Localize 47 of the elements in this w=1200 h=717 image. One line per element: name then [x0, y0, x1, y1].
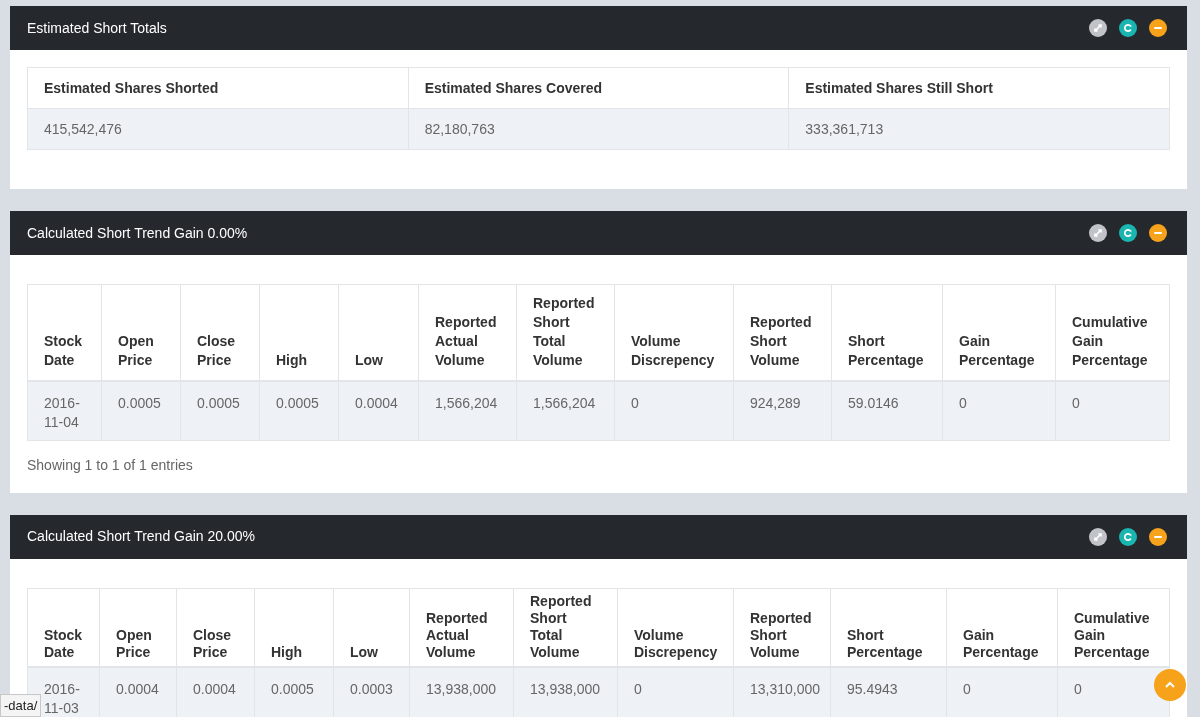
table-cell: 59.0146 [831, 380, 943, 440]
table-cell: 1,566,204 [418, 380, 517, 440]
table-cell: 924,289 [733, 380, 832, 440]
column-header[interactable]: Stock Date [27, 588, 100, 667]
column-header[interactable]: Volume Discrepency [614, 284, 734, 381]
table-cell: 1,566,204 [516, 380, 615, 440]
column-header[interactable]: Estimated Shares Shorted [27, 67, 409, 109]
column-header[interactable]: Close Price [176, 588, 255, 667]
column-header[interactable]: Gain Percentage [946, 588, 1058, 667]
column-header[interactable]: Reported Actual Volume [418, 284, 517, 381]
column-header[interactable]: Reported Actual Volume [409, 588, 514, 667]
entries-info: Showing 1 to 1 of 1 entries [27, 455, 194, 475]
column-header[interactable]: Volume Discrepency [617, 588, 734, 667]
column-header[interactable]: Gain Percentage [942, 284, 1056, 381]
table-cell: 82,180,763 [408, 108, 789, 150]
table-cell: 0.0004 [338, 380, 419, 440]
table-cell: 0.0005 [259, 380, 339, 440]
table-cell: 0.0005 [101, 380, 181, 440]
table-cell: 333,361,713 [788, 108, 1170, 150]
column-header[interactable]: Open Price [101, 284, 181, 381]
column-header[interactable]: Open Price [99, 588, 177, 667]
panel-title: Estimated Short Totals [27, 18, 167, 38]
table-cell: 0 [1055, 380, 1170, 440]
status-url: -data/ [0, 693, 42, 717]
column-header[interactable]: High [259, 284, 339, 381]
column-header[interactable]: High [254, 588, 334, 667]
column-header[interactable]: Cumulative Gain Percentage [1057, 588, 1170, 667]
column-header[interactable]: Estimated Shares Still Short [788, 67, 1170, 109]
column-header[interactable]: Cumulative Gain Percentage [1055, 284, 1170, 381]
table-cell: 0 [614, 380, 734, 440]
table-cell: 0 [942, 380, 1056, 440]
column-header[interactable]: Reported Short Volume [733, 588, 831, 667]
column-header[interactable]: Low [333, 588, 410, 667]
table-cell: 415,542,476 [27, 108, 409, 150]
column-header[interactable]: Reported Short Volume [733, 284, 832, 381]
column-header[interactable]: Low [338, 284, 419, 381]
column-header[interactable]: Reported Short Total Volume [516, 284, 615, 381]
column-header[interactable]: Short Percentage [831, 284, 943, 381]
column-header[interactable]: Reported Short Total Volume [513, 588, 618, 667]
column-header[interactable]: Close Price [180, 284, 260, 381]
column-header[interactable]: Estimated Shares Covered [408, 67, 789, 109]
panel-title: Calculated Short Trend Gain 0.00% [27, 223, 248, 243]
table-cell: 0.0005 [180, 380, 260, 440]
panel-title: Calculated Short Trend Gain 20.00% [27, 527, 256, 546]
column-header[interactable]: Short Percentage [830, 588, 947, 667]
column-header[interactable]: Stock Date [27, 284, 102, 381]
table-cell: 2016-11-04 [27, 380, 102, 440]
